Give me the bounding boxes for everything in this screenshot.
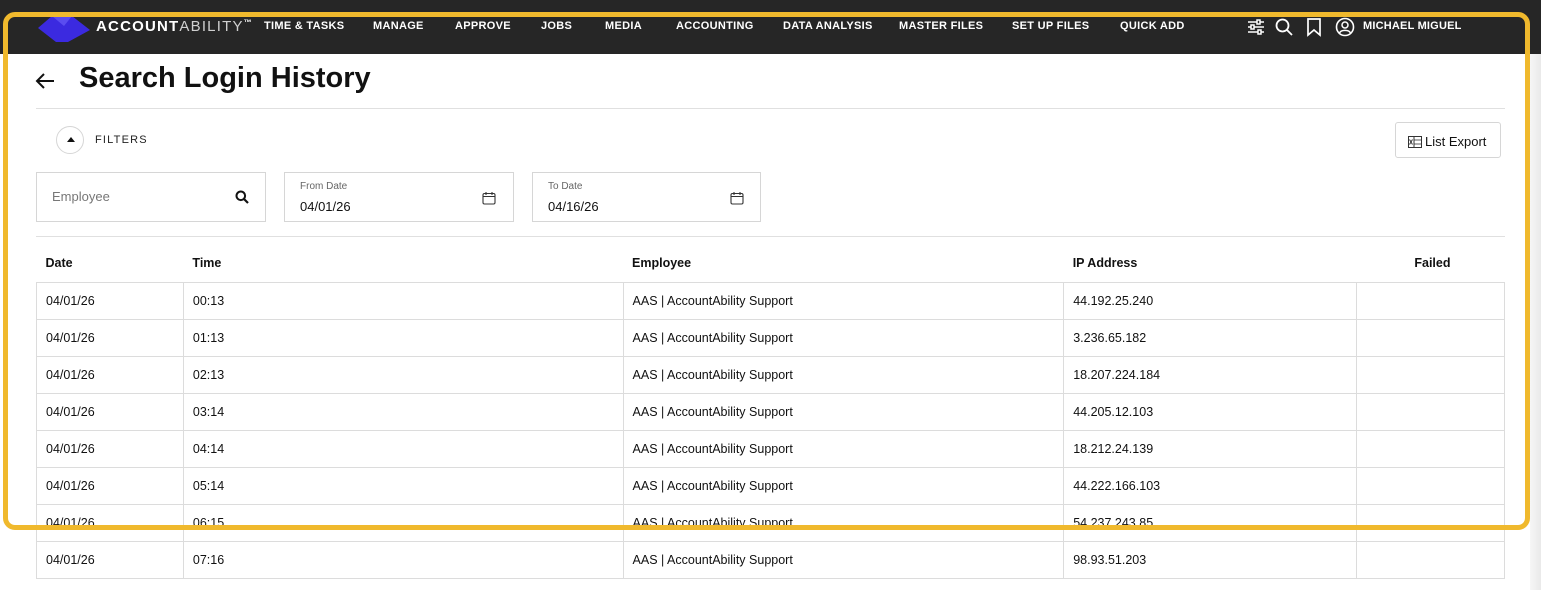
top-navbar: ACCOUNTABILITY™ TIME & TASKS MANAGE APPR… [0,0,1541,54]
cell-ip-address: 98.93.51.203 [1063,540,1358,579]
brand-logo-icon[interactable] [38,16,90,42]
table-row[interactable]: 04/01/26 07:16 AAS | AccountAbility Supp… [36,540,1505,579]
cell-failed [1356,429,1505,468]
sliders-icon[interactable] [1247,17,1265,37]
list-export-label: List Export [1425,134,1487,149]
cell-date: 04/01/26 [36,540,184,579]
excel-icon [1408,136,1422,148]
cell-date: 04/01/26 [36,355,184,394]
cell-time: 01:13 [182,318,624,357]
cell-employee: AAS | AccountAbility Support [622,392,1065,431]
nav-media[interactable]: MEDIA [605,20,642,32]
to-date-label: To Date [548,181,583,192]
cell-date: 04/01/26 [36,281,184,320]
brand-name-thin: ABILITY [179,18,244,35]
bookmark-icon[interactable] [1306,17,1322,37]
calendar-icon[interactable] [482,191,496,205]
cell-date: 04/01/26 [36,429,184,468]
table-row[interactable]: 04/01/26 02:13 AAS | AccountAbility Supp… [36,355,1505,394]
cell-time: 06:15 [182,503,624,542]
page-title: Search Login History [79,62,371,94]
cell-failed [1356,392,1505,431]
table-header-row: Date Time Employee IP Address Failed [37,245,1505,282]
cell-employee: AAS | AccountAbility Support [622,281,1065,320]
from-date-value: 04/01/26 [300,199,351,214]
to-date-field[interactable]: To Date 04/16/26 [532,172,761,222]
back-arrow-icon[interactable] [34,70,56,92]
brand-wordmark[interactable]: ACCOUNTABILITY™ [96,18,253,35]
cell-employee: AAS | AccountAbility Support [622,503,1065,542]
column-header-ip-address[interactable]: IP Address [1064,245,1357,282]
search-icon[interactable] [1275,17,1293,37]
cell-employee: AAS | AccountAbility Support [622,540,1065,579]
table-row[interactable]: 04/01/26 04:14 AAS | AccountAbility Supp… [36,429,1505,468]
nav-manage[interactable]: MANAGE [373,20,424,32]
column-header-time[interactable]: Time [183,245,623,282]
column-header-employee[interactable]: Employee [623,245,1064,282]
cell-employee: AAS | AccountAbility Support [622,355,1065,394]
login-history-table: Date Time Employee IP Address Failed 04/… [36,245,1505,579]
calendar-icon[interactable] [730,191,744,205]
cell-employee: AAS | AccountAbility Support [622,466,1065,505]
cell-employee: AAS | AccountAbility Support [622,318,1065,357]
nav-quick-add[interactable]: QUICK ADD [1120,20,1185,32]
cell-time: 07:16 [182,540,624,579]
table-row[interactable]: 04/01/26 06:15 AAS | AccountAbility Supp… [36,503,1505,542]
cell-failed [1356,355,1505,394]
table-row[interactable]: 04/01/26 05:14 AAS | AccountAbility Supp… [36,466,1505,505]
nav-set-up-files[interactable]: SET UP FILES [1012,20,1089,32]
table-row[interactable]: 04/01/26 03:14 AAS | AccountAbility Supp… [36,392,1505,431]
nav-accounting[interactable]: ACCOUNTING [676,20,754,32]
cell-ip-address: 54.237.243.85 [1063,503,1358,542]
filters-collapse-button[interactable] [56,126,84,154]
cell-date: 04/01/26 [36,318,184,357]
cell-time: 02:13 [182,355,624,394]
nav-master-files[interactable]: MASTER FILES [899,20,983,32]
page-scrollbar[interactable] [1530,54,1541,590]
nav-time-and-tasks[interactable]: TIME & TASKS [264,20,344,32]
filters-label: FILTERS [95,134,148,146]
cell-date: 04/01/26 [36,466,184,505]
filters-divider [36,236,1505,237]
from-date-label: From Date [300,181,348,192]
cell-failed [1356,540,1505,579]
nav-jobs[interactable]: JOBS [541,20,572,32]
column-header-failed[interactable]: Failed [1357,245,1505,282]
user-name-menu[interactable]: MICHAEL MIGUEL [1363,20,1462,32]
cell-time: 04:14 [182,429,624,468]
cell-ip-address: 44.222.166.103 [1063,466,1358,505]
cell-ip-address: 44.192.25.240 [1063,281,1358,320]
table-row[interactable]: 04/01/26 01:13 AAS | AccountAbility Supp… [36,318,1505,357]
nav-approve[interactable]: APPROVE [455,20,511,32]
header-divider [36,108,1505,109]
brand-trademark: ™ [243,18,253,27]
cell-time: 03:14 [182,392,624,431]
cell-ip-address: 3.236.65.182 [1063,318,1358,357]
search-icon[interactable] [235,190,249,204]
cell-failed [1356,318,1505,357]
cell-time: 00:13 [182,281,624,320]
cell-time: 05:14 [182,466,624,505]
cell-date: 04/01/26 [36,392,184,431]
cell-ip-address: 18.212.24.139 [1063,429,1358,468]
cell-date: 04/01/26 [36,503,184,542]
brand-name-bold: ACCOUNT [96,18,180,35]
cell-ip-address: 18.207.224.184 [1063,355,1358,394]
to-date-value: 04/16/26 [548,199,599,214]
from-date-field[interactable]: From Date 04/01/26 [284,172,514,222]
nav-data-analysis[interactable]: DATA ANALYSIS [783,20,873,32]
cell-failed [1356,503,1505,542]
cell-ip-address: 44.205.12.103 [1063,392,1358,431]
user-circle-icon[interactable] [1335,17,1355,37]
cell-failed [1356,466,1505,505]
table-row[interactable]: 04/01/26 00:13 AAS | AccountAbility Supp… [36,281,1505,320]
list-export-button[interactable]: List Export [1395,122,1501,158]
column-header-date[interactable]: Date [37,245,184,282]
cell-employee: AAS | AccountAbility Support [622,429,1065,468]
cell-failed [1356,281,1505,320]
employee-placeholder: Employee [52,189,110,204]
employee-search-input[interactable]: Employee [36,172,266,222]
